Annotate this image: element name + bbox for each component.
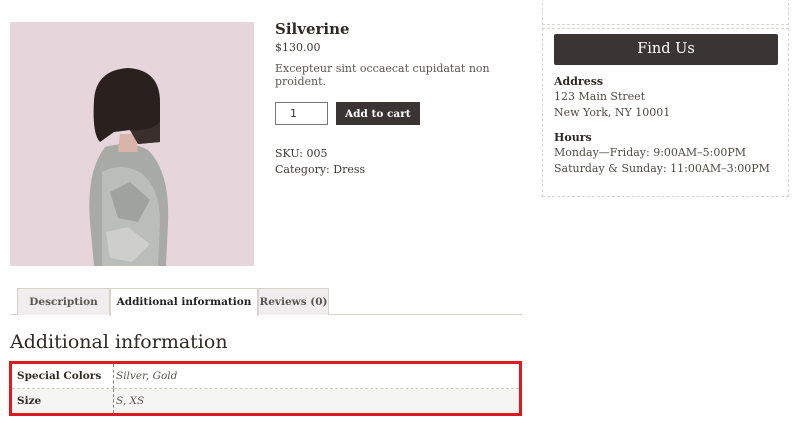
sku-value: 005 (306, 147, 328, 160)
product-photo (10, 22, 254, 266)
add-to-cart-button[interactable]: Add to cart (336, 102, 420, 125)
attribute-label: Special Colors (10, 362, 114, 389)
category-line: Category: Dress (275, 162, 535, 178)
sku-label: SKU: (275, 147, 303, 160)
hours-heading: Hours (554, 131, 592, 144)
hours-line: Monday—Friday: 9:00AM–5:00PM (554, 146, 746, 159)
attribute-label: Size (10, 388, 114, 415)
product-price: $130.00 (275, 41, 321, 54)
widget-title: Find Us (554, 34, 778, 65)
table-row: Special Colors Silver, Gold (10, 362, 521, 389)
find-us-widget: Find Us Address 123 Main Street New York… (542, 28, 789, 197)
address-line: New York, NY 10001 (554, 105, 671, 119)
tab-reviews[interactable]: Reviews (0) (258, 288, 329, 315)
product-description: Excepteur sint occaecat cupidatat non pr… (275, 62, 490, 88)
product-image[interactable] (10, 22, 254, 266)
section-title: Additional information (10, 331, 228, 353)
table-row: Size S, XS (10, 388, 521, 415)
product-summary: Silverine $130.00 Excepteur sint occaeca… (275, 19, 535, 178)
hours-line: Saturday & Sunday: 11:00AM–3:00PM (554, 161, 770, 175)
sidebar-widget-empty (542, 0, 789, 25)
address-line: 123 Main Street (554, 90, 646, 103)
tab-additional-information[interactable]: Additional information (110, 288, 258, 316)
product-title: Silverine (275, 20, 350, 38)
attribute-value: Silver, Gold (113, 362, 521, 389)
sku-line: SKU: 005 (275, 146, 535, 162)
category-label: Category: (275, 163, 330, 176)
category-link[interactable]: Dress (333, 163, 365, 176)
tab-description[interactable]: Description (17, 288, 110, 315)
quantity-input[interactable] (275, 102, 328, 125)
attributes-table: Special Colors Silver, Gold Size S, XS (9, 361, 522, 416)
address-heading: Address (554, 75, 604, 88)
product-tabs: Description Additional information Revie… (10, 288, 522, 316)
attribute-value: S, XS (113, 388, 521, 415)
cart-form: Add to cart (275, 102, 535, 125)
product-meta: SKU: 005 Category: Dress (275, 146, 535, 178)
